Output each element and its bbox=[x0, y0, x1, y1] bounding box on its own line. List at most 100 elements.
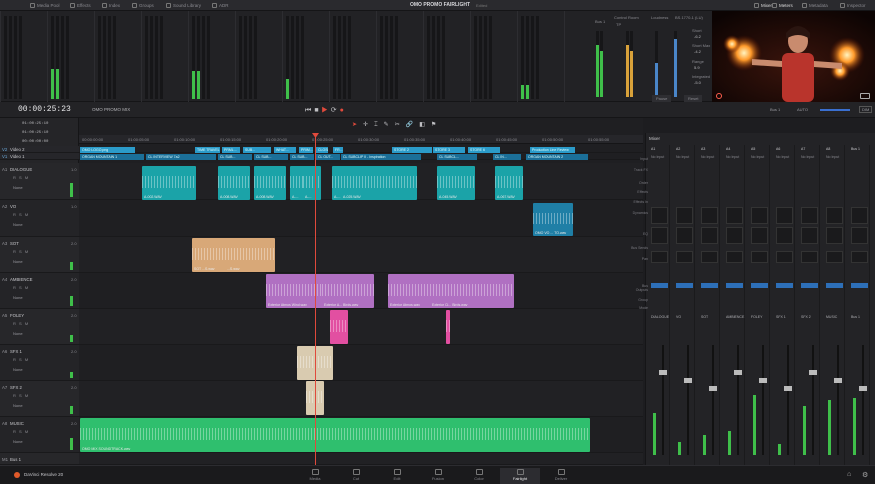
audio-track-header[interactable]: A7 SFX 2 2.0 None R S M bbox=[0, 381, 79, 417]
razor-tool-icon[interactable]: ✂ bbox=[395, 122, 406, 128]
solo-icon[interactable]: S bbox=[19, 212, 23, 217]
fader-handle[interactable] bbox=[659, 370, 667, 375]
dialogue-clip[interactable]: A-008.WAV bbox=[218, 166, 250, 200]
mute-icon[interactable]: M bbox=[25, 393, 29, 398]
bus-output-button[interactable] bbox=[676, 283, 693, 288]
dialogue-clip[interactable]: A-045.WAV bbox=[437, 166, 475, 200]
fader-handle[interactable] bbox=[684, 378, 692, 383]
video-clip-v2[interactable]: CLOSE... bbox=[316, 147, 328, 153]
bus-output-button[interactable] bbox=[776, 283, 793, 288]
audio-track-name[interactable]: DIALOGUE bbox=[10, 167, 32, 172]
dynamics-graph[interactable] bbox=[701, 207, 718, 224]
solo-icon[interactable]: S bbox=[19, 321, 23, 326]
eq-graph[interactable] bbox=[651, 227, 668, 244]
mixer-channel-strip[interactable]: A7 No Input SFX 2 bbox=[799, 145, 820, 465]
fader-handle[interactable] bbox=[809, 370, 817, 375]
video-clip-v1[interactable]: CL INTERVIEW 7a2 bbox=[146, 154, 216, 160]
fader-track[interactable] bbox=[787, 345, 789, 455]
mixer-channel-strip[interactable]: A4 No Input AMBIENCE bbox=[724, 145, 745, 465]
bus-output-button[interactable] bbox=[851, 283, 868, 288]
foley-clip[interactable] bbox=[446, 310, 450, 344]
output-bus-select[interactable]: Bus 1 bbox=[770, 107, 780, 112]
mixer-input-select[interactable]: No Input bbox=[826, 155, 839, 159]
audio-track-header[interactable]: A8 MUSIC 2.0 None R S M bbox=[0, 417, 79, 453]
video-clip-v2[interactable]: STORE 6 bbox=[468, 147, 500, 153]
audio-track-name[interactable]: MUSIC bbox=[10, 421, 24, 426]
eq-graph[interactable] bbox=[701, 227, 718, 244]
page-fusion-button[interactable]: Fusion bbox=[418, 469, 458, 481]
audio-track-routing[interactable]: None bbox=[13, 439, 23, 444]
fader-track[interactable] bbox=[812, 345, 814, 455]
audio-track-header[interactable]: A5 FOLEY 2.0 None R S M bbox=[0, 309, 79, 345]
record-icon[interactable]: ● bbox=[340, 107, 347, 114]
page-cut-button[interactable]: Cut bbox=[336, 469, 376, 481]
eq-graph[interactable] bbox=[776, 227, 793, 244]
bus-output-button[interactable] bbox=[651, 283, 668, 288]
page-edit-button[interactable]: Edit bbox=[377, 469, 417, 481]
home-icon[interactable]: ⌂ bbox=[847, 471, 851, 478]
loudness-pause-button[interactable]: Pause bbox=[652, 95, 672, 102]
dynamics-graph[interactable] bbox=[801, 207, 818, 224]
play-icon[interactable]: ▶ bbox=[322, 107, 331, 114]
mute-icon[interactable]: M bbox=[25, 357, 29, 362]
dialogue-clip[interactable]: A-002.WAV bbox=[142, 166, 196, 200]
index-button[interactable]: Index bbox=[102, 2, 120, 9]
audio-track-name[interactable]: Bus 1 bbox=[10, 457, 21, 462]
audio-track-name[interactable]: SOT bbox=[10, 241, 19, 246]
master-volume-slider[interactable] bbox=[820, 109, 850, 111]
ambience-clip[interactable]: Exterior Atmos Wind.wav bbox=[266, 274, 328, 308]
audio-track-lane[interactable] bbox=[79, 237, 643, 273]
video-clip-v1[interactable]: ORGAN MOUNTAIN 2 bbox=[526, 154, 588, 160]
video-track-header[interactable]: V2 Video 2 bbox=[0, 146, 79, 153]
arm-record-icon[interactable]: R bbox=[13, 249, 17, 254]
ambience-clip[interactable]: Exterior A... Birds.wav bbox=[322, 274, 374, 308]
audio-track-header[interactable]: A2 VO 1.0 None R S M bbox=[0, 200, 79, 237]
eq-graph[interactable] bbox=[851, 227, 868, 244]
settings-gear-icon[interactable]: ⚙ bbox=[862, 471, 868, 479]
range-tool-icon[interactable]: ✛ bbox=[363, 122, 374, 128]
mixer-input-select[interactable]: No Input bbox=[651, 155, 664, 159]
audio-track-lane[interactable] bbox=[79, 345, 643, 381]
mute-icon[interactable]: M bbox=[25, 321, 29, 326]
audio-track-lane[interactable] bbox=[79, 309, 643, 345]
dynamics-graph[interactable] bbox=[676, 207, 693, 224]
audio-track-name[interactable]: VO bbox=[10, 204, 16, 209]
pen-tool-icon[interactable]: ✎ bbox=[384, 122, 395, 128]
playhead[interactable] bbox=[315, 135, 316, 465]
solo-icon[interactable]: S bbox=[19, 175, 23, 180]
audio-track-lane[interactable] bbox=[79, 381, 643, 417]
fader-track[interactable] bbox=[687, 345, 689, 455]
dynamics-graph[interactable] bbox=[826, 207, 843, 224]
video-clip-v1[interactable]: CL SUBCLIP II - Inspiration bbox=[341, 154, 421, 160]
music-clip[interactable]: OMO MIX SOUNDTRACK.wav bbox=[80, 418, 590, 452]
audio-track-header[interactable]: A1 DIALOGUE 1.0 None R S M bbox=[0, 163, 79, 200]
dynamics-graph[interactable] bbox=[651, 207, 668, 224]
dialogue-clip[interactable]: A-... bbox=[303, 166, 321, 200]
bus-output-button[interactable] bbox=[751, 283, 768, 288]
rewind-icon[interactable]: ⏮ bbox=[305, 107, 314, 114]
pan-control[interactable] bbox=[676, 251, 693, 263]
fader-track[interactable] bbox=[712, 345, 714, 455]
video-clip-v1[interactable]: CL SUBCL... bbox=[437, 154, 477, 160]
audio-track-name[interactable]: SFX 2 bbox=[10, 385, 22, 390]
fader-track[interactable] bbox=[762, 345, 764, 455]
fader-track[interactable] bbox=[662, 345, 664, 455]
dialogue-clip[interactable]: A-025.WAV bbox=[341, 166, 417, 200]
mute-icon[interactable]: M bbox=[25, 429, 29, 434]
mixer-input-select[interactable]: No Input bbox=[701, 155, 714, 159]
automation-toggle[interactable]: AUTO bbox=[797, 107, 808, 112]
video-clip-v1[interactable]: ORGAN MOUNTAIN 1 bbox=[80, 154, 144, 160]
mute-icon[interactable]: M bbox=[25, 285, 29, 290]
dynamics-graph[interactable] bbox=[751, 207, 768, 224]
audio-track-header[interactable]: A6 SFX 1 2.0 None R S M bbox=[0, 345, 79, 381]
timecode-display[interactable]: 00:00:25:23 bbox=[18, 105, 71, 114]
eq-graph[interactable] bbox=[676, 227, 693, 244]
video-viewer[interactable] bbox=[712, 11, 875, 102]
solo-icon[interactable]: S bbox=[19, 249, 23, 254]
mixer-channel-strip[interactable]: Bus 1 Bus 1 bbox=[849, 145, 870, 465]
audio-track-name[interactable]: SFX 1 bbox=[10, 349, 22, 354]
solo-icon[interactable]: S bbox=[19, 393, 23, 398]
bus-output-button[interactable] bbox=[801, 283, 818, 288]
video-clip-v1[interactable]: CL SUB... bbox=[218, 154, 252, 160]
audio-track-header[interactable]: M1 Bus 1 bbox=[0, 453, 79, 465]
